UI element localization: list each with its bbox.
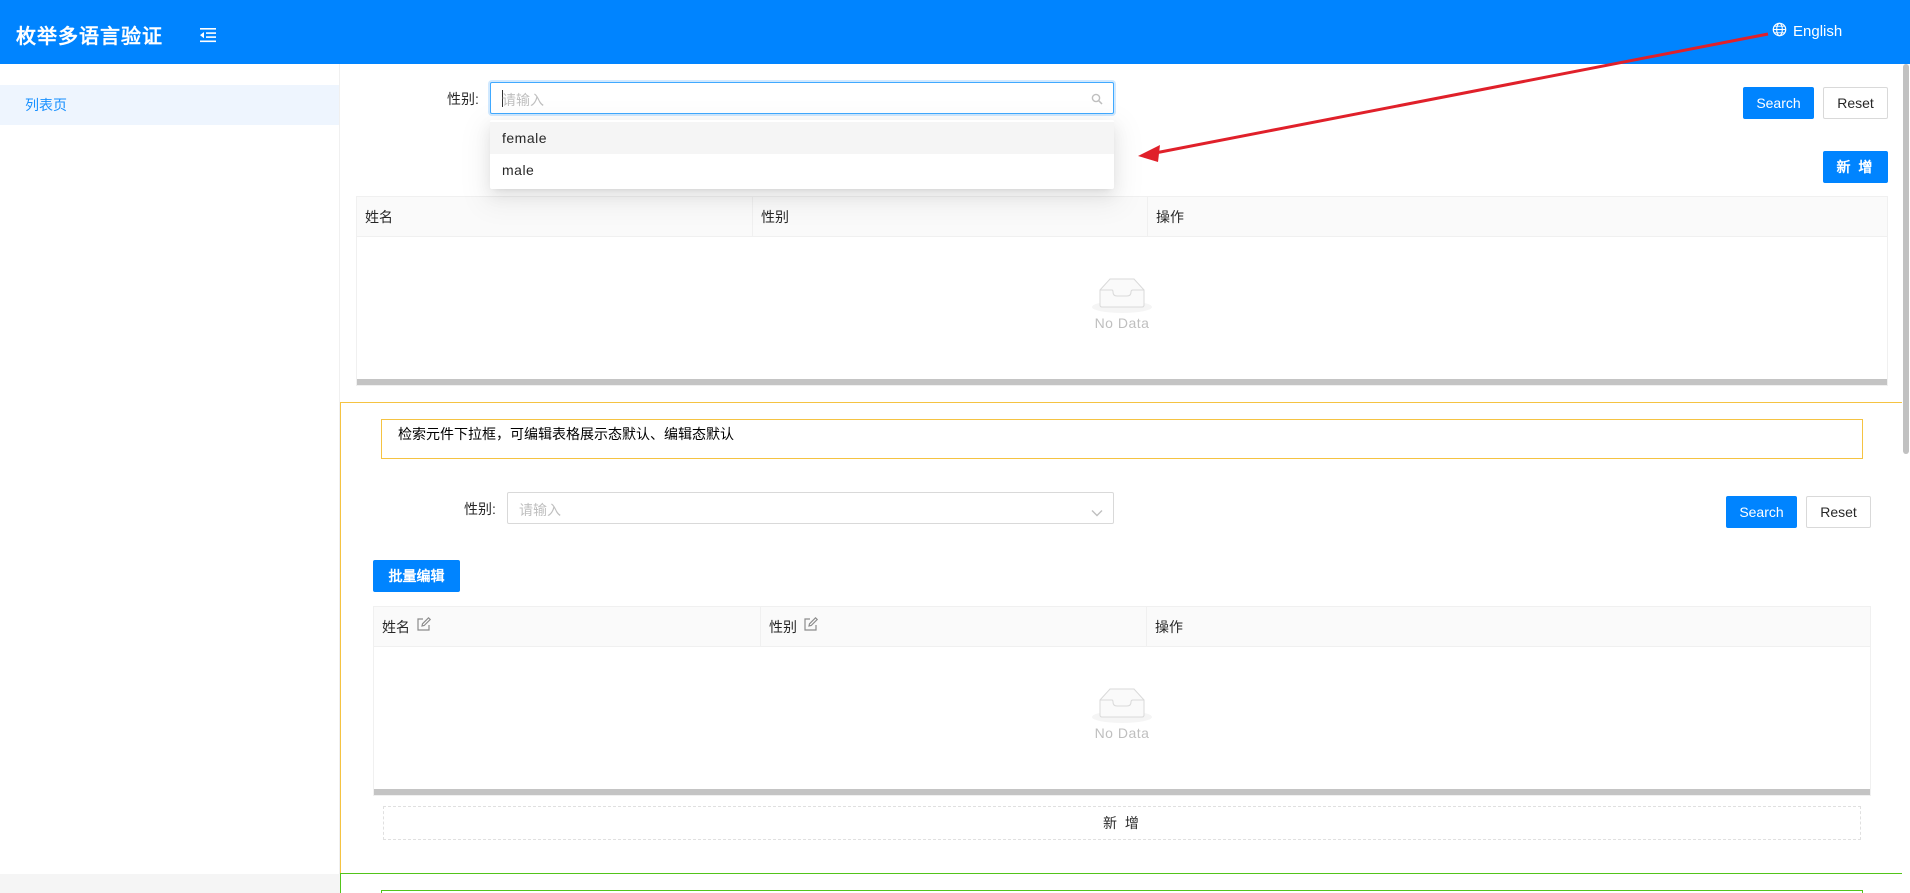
language-label: English (1793, 23, 1843, 40)
data-table-1: 姓名 性别 操作 No Data (356, 196, 1888, 386)
gender-filter-label: 性别: (447, 91, 479, 107)
horizontal-scrollbar[interactable] (374, 789, 1870, 795)
dropdown-option-female[interactable]: female (490, 122, 1114, 154)
edit-icon[interactable] (803, 607, 819, 647)
page-scrollbar-thumb[interactable] (1903, 64, 1909, 454)
empty-text: No Data (1094, 725, 1150, 741)
empty-box-icon (1092, 278, 1152, 313)
empty-state: No Data (374, 683, 1870, 741)
column-header-gender-label: 性别 (769, 619, 797, 635)
table-header: 姓名 性别 操作 (357, 197, 1887, 237)
sidebar-item-list-page[interactable]: 列表页 (0, 85, 339, 125)
gender-search-input[interactable]: 请输入 (490, 82, 1114, 114)
sidebar: 列表页 (0, 64, 340, 874)
batch-edit-button[interactable]: 批量编辑 (373, 560, 460, 592)
section-description: 检索元件下拉框，可编辑表格展示态默认、编辑态默认 (381, 419, 1863, 459)
column-header-actions: 操作 (1156, 209, 1184, 225)
column-header-gender: 性别 (761, 209, 789, 225)
table-header: 姓名 性别 操作 (374, 607, 1870, 647)
empty-text: No Data (1094, 315, 1150, 331)
column-header-gender: 性别 (761, 607, 819, 647)
reset-button[interactable]: Reset (1823, 87, 1888, 119)
empty-state: No Data (357, 273, 1887, 331)
edit-icon[interactable] (416, 607, 432, 647)
globe-icon (1772, 22, 1787, 41)
column-header-name: 姓名 (365, 209, 393, 225)
add-row-button[interactable]: 新 增 (383, 806, 1861, 840)
page-scrollbar[interactable] (1902, 64, 1910, 893)
search-button[interactable]: Search (1743, 87, 1814, 119)
chevron-down-icon (1091, 504, 1103, 520)
gender-select[interactable]: 请输入 (507, 492, 1114, 524)
search-button[interactable]: Search (1726, 496, 1797, 528)
dropdown-option-male[interactable]: male (490, 154, 1114, 186)
editable-table: 姓名 性别 操作 No Data (373, 606, 1871, 796)
menu-fold-icon[interactable] (198, 26, 218, 44)
app-title: 枚举多语言验证 (16, 26, 163, 48)
gender-select-placeholder: 请输入 (519, 502, 561, 518)
reset-button[interactable]: Reset (1806, 496, 1871, 528)
search-icon (1091, 92, 1103, 108)
gender-filter-label: 性别: (464, 501, 496, 517)
column-header-actions: 操作 (1155, 619, 1183, 635)
column-header-name: 姓名 (374, 607, 432, 647)
gender-search-placeholder: 请输入 (502, 92, 544, 108)
sidebar-footer (0, 874, 340, 893)
column-header-name-label: 姓名 (382, 619, 410, 635)
empty-box-icon (1092, 688, 1152, 723)
add-button[interactable]: 新 增 (1823, 151, 1888, 183)
gender-dropdown: female male (490, 120, 1114, 189)
app-header: 枚举多语言验证 English (0, 0, 1910, 64)
language-switcher[interactable]: English (1772, 22, 1842, 41)
horizontal-scrollbar[interactable] (357, 379, 1887, 385)
